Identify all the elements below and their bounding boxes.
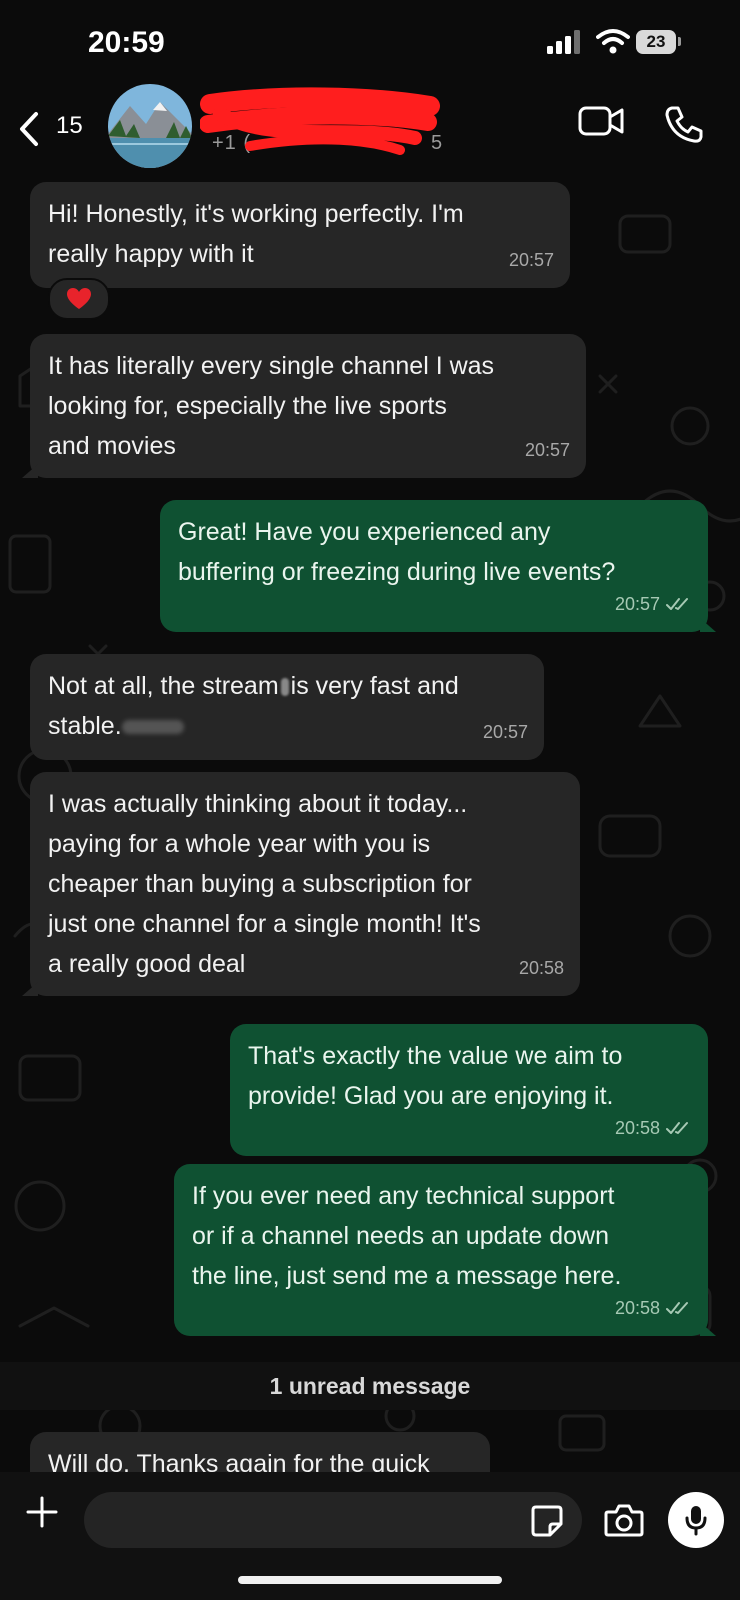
message-bubble-incoming[interactable]: I was actually thinking about it today..… [22,772,580,996]
message-time: 20:57 [524,440,570,460]
message-text: I was actually thinking about it today..… [48,790,481,978]
message-time: 20:58 [614,1298,660,1318]
message-bubble-outgoing[interactable]: Great! Have you experienced any bufferin… [160,500,716,632]
message-text: That's exactly the value we aim to provi… [248,1042,623,1110]
reaction-badge[interactable] [48,278,110,320]
blurred-redaction [121,720,184,735]
blurred-redaction [280,678,289,697]
message-text: Not at all, the stream is very fast and st… [48,672,459,740]
message-time: 20:57 [508,250,554,270]
cellular-signal-icon [547,30,580,54]
microphone-button[interactable] [668,1492,724,1548]
message-input[interactable] [84,1492,582,1548]
heart-icon [67,288,91,309]
home-indicator [238,1576,502,1584]
bubble-tail [700,1322,716,1336]
unread-count: 15 [56,112,83,139]
unread-divider: 1 unread message [0,1362,740,1410]
camera-icon[interactable] [604,1502,644,1538]
double-check-icon [666,1302,688,1314]
chevron-left-icon [20,112,38,146]
message-bubble-incoming[interactable]: It has literally every single channel I … [22,334,586,478]
message-list[interactable]: Hi! Honestly, it's working perfectly. I'… [0,0,740,1472]
status-bar: 20:59 23 [0,0,740,82]
message-time: 20:57 [482,722,528,742]
message-bubble-incoming[interactable]: Hi! Honestly, it's working perfectly. I'… [30,182,570,288]
bubble-tail [22,982,38,996]
message-time: 20:58 [614,1118,660,1138]
message-text: Will do. Thanks again for the quick [48,1450,430,1472]
double-check-icon [666,598,688,610]
message-text: If you ever need any technical support o… [192,1182,622,1290]
sticker-icon[interactable] [530,1504,564,1538]
message-text: It has literally every single channel I … [48,352,495,460]
microphone-icon [685,1506,707,1536]
message-bubble-outgoing[interactable]: That's exactly the value we aim to provi… [230,1024,708,1156]
avatar[interactable] [108,84,192,168]
message-bubble-incoming[interactable]: Will do. Thanks again for the quick [30,1432,490,1472]
video-call-icon[interactable] [578,104,626,138]
chat-header: 15 +1 (5 [0,82,740,176]
double-check-icon [666,1122,688,1134]
battery-indicator: 23 [636,30,676,54]
plus-icon[interactable] [24,1494,60,1530]
message-bubble-incoming[interactable]: Not at all, the stream is very fast and st… [30,654,544,760]
bubble-tail [22,464,38,478]
message-time: 20:58 [518,958,564,978]
message-text: Great! Have you experienced any bufferin… [178,518,616,586]
back-button[interactable]: 15 [16,102,96,152]
status-time: 20:59 [88,26,165,59]
redaction-scribble [200,87,440,155]
battery-tip [678,37,681,46]
wifi-icon [596,29,630,54]
unread-label: 1 unread message [269,1372,471,1399]
message-text: Hi! Honestly, it's working perfectly. I'… [48,200,464,268]
landscape-avatar-image [108,84,192,168]
message-bubble-outgoing[interactable]: If you ever need any technical support o… [174,1164,716,1336]
phone-icon[interactable] [664,104,704,144]
message-time: 20:57 [614,594,660,614]
bubble-tail [700,618,716,632]
message-composer [0,1472,740,1600]
